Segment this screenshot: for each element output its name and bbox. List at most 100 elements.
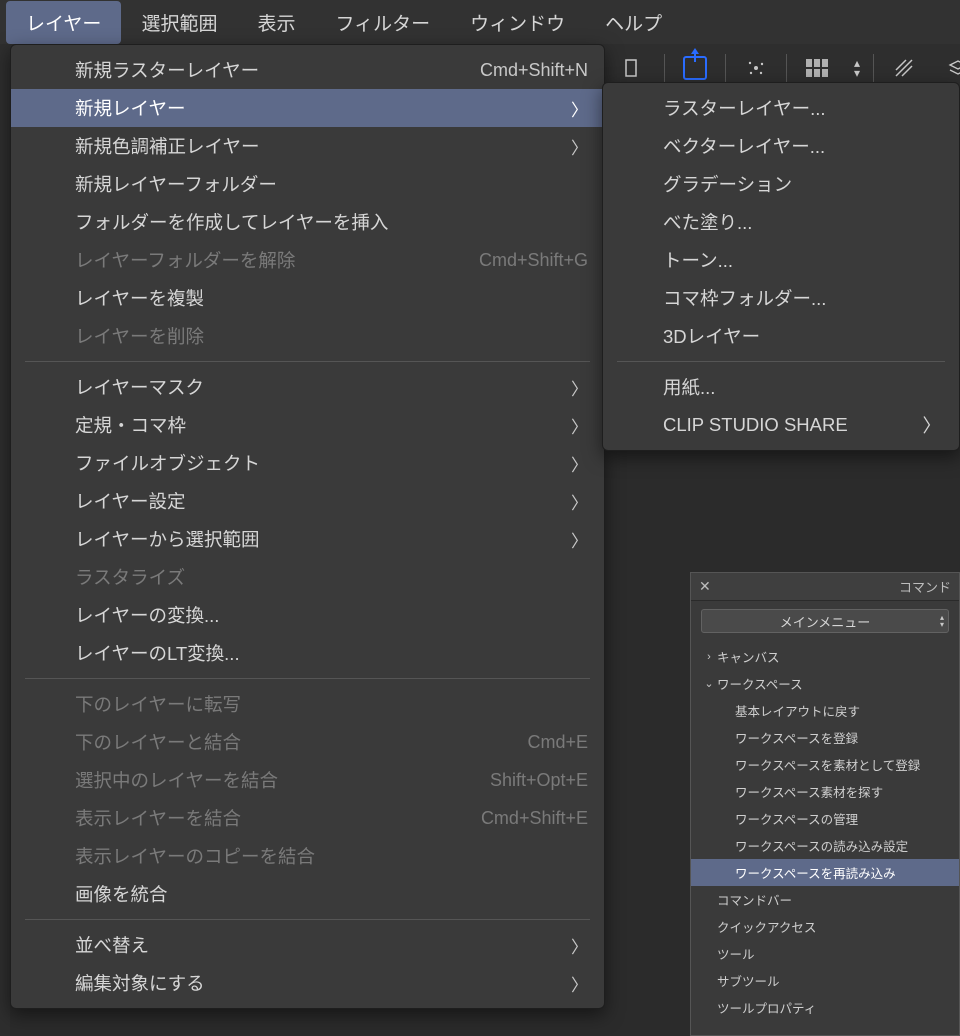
submenu-label: べた塗り...: [663, 209, 752, 235]
panel-title: コマンド: [899, 577, 951, 596]
menuitem-file-object[interactable]: ファイルオブジェクト 〉: [11, 444, 604, 482]
menuitem-layer-settings[interactable]: レイヤー設定 〉: [11, 482, 604, 520]
close-icon[interactable]: ✕: [699, 578, 711, 595]
submenu-label: CLIP STUDIO SHARE: [663, 414, 848, 436]
tree-label: 基本レイアウトに戻す: [735, 701, 860, 720]
tree-label: ワークスペースを再読み込み: [735, 863, 896, 882]
submenu-vector-layer[interactable]: ベクターレイヤー...: [603, 127, 959, 165]
chevron-right-icon: 〉: [571, 933, 588, 958]
menuitem-delete-layer: レイヤーを削除: [11, 317, 604, 355]
chevron-right-icon: 〉: [922, 412, 941, 438]
menu-help[interactable]: ヘルプ: [585, 1, 682, 44]
stepper-icon: ▴▾: [940, 614, 944, 628]
menuitem-merge-visible: 表示レイヤーを結合 Cmd+Shift+E: [11, 799, 604, 837]
menuitem-set-edit-target[interactable]: 編集対象にする 〉: [11, 964, 604, 1002]
menuitem-label: レイヤーを削除: [75, 323, 204, 349]
submenu-fill[interactable]: べた塗り...: [603, 203, 959, 241]
submenu-frame-folder[interactable]: コマ枠フォルダー...: [603, 279, 959, 317]
menuitem-label: 新規色調補正レイヤー: [75, 133, 259, 159]
menuitem-merge-below: 下のレイヤーと結合 Cmd+E: [11, 723, 604, 761]
submenu-label: トーン...: [663, 247, 733, 273]
chevron-right-icon: 〉: [571, 134, 588, 159]
menuitem-convert-layer[interactable]: レイヤーの変換...: [11, 596, 604, 634]
tree-node-canvas[interactable]: ›キャンバス: [691, 643, 959, 670]
menu-window[interactable]: ウィンドウ: [450, 1, 585, 44]
toolbar-divider: [786, 54, 787, 82]
tree-node-register-workspace[interactable]: ワークスペースを登録: [691, 724, 959, 751]
tree-node-reload-workspace[interactable]: ワークスペースを再読み込み: [691, 859, 959, 886]
menuitem-create-folder-insert[interactable]: フォルダーを作成してレイヤーを挿入: [11, 203, 604, 241]
tree-node-register-workspace-material[interactable]: ワークスペースを素材として登録: [691, 751, 959, 778]
menu-selection[interactable]: 選択範囲: [121, 1, 237, 44]
menuitem-lt-convert[interactable]: レイヤーのLT変換...: [11, 634, 604, 672]
submenu-clip-studio-share[interactable]: CLIP STUDIO SHARE 〉: [603, 406, 959, 444]
menuitem-shortcut: Cmd+Shift+N: [480, 60, 588, 81]
tree-node-tool[interactable]: ツール: [691, 940, 959, 967]
tree-node-find-workspace-material[interactable]: ワークスペース素材を探す: [691, 778, 959, 805]
menuitem-label: 下のレイヤーと結合: [75, 729, 241, 755]
toolbar-divider: [725, 54, 726, 82]
menu-filter[interactable]: フィルター: [315, 1, 450, 44]
submenu-tone[interactable]: トーン...: [603, 241, 959, 279]
menuitem-new-layer-folder[interactable]: 新規レイヤーフォルダー: [11, 165, 604, 203]
menuitem-shortcut: Cmd+Shift+G: [479, 250, 588, 271]
menuitem-label: レイヤー設定: [75, 488, 185, 514]
menuitem-label: 表示レイヤーを結合: [75, 805, 241, 831]
menuitem-flatten-image[interactable]: 画像を統合: [11, 875, 604, 913]
tree-label: ワークスペースを素材として登録: [735, 755, 920, 774]
chevron-right-icon: 〉: [571, 96, 588, 121]
menuitem-duplicate-layer[interactable]: レイヤーを複製: [11, 279, 604, 317]
tree-label: キャンバス: [717, 647, 780, 666]
menuitem-label: 新規レイヤーフォルダー: [75, 171, 277, 197]
command-tree: ›キャンバス ⌄ワークスペース 基本レイアウトに戻す ワークスペースを登録 ワー…: [691, 641, 959, 1035]
menu-layer[interactable]: レイヤー: [6, 1, 121, 44]
menuitem-label: レイヤーフォルダーを解除: [75, 247, 295, 273]
panel-header: ✕ コマンド: [691, 573, 959, 601]
tree-node-manage-workspace[interactable]: ワークスペースの管理: [691, 805, 959, 832]
submenu-3d-layer[interactable]: 3Dレイヤー: [603, 317, 959, 355]
menuitem-merge-visible-copy: 表示レイヤーのコピーを結合: [11, 837, 604, 875]
tree-label: クイックアクセス: [717, 917, 816, 936]
panel-category-select[interactable]: メインメニュー ▴▾: [701, 609, 949, 633]
tree-label: ワークスペースを登録: [735, 728, 858, 747]
tree-node-quick-access[interactable]: クイックアクセス: [691, 913, 959, 940]
submenu-gradation[interactable]: グラデーション: [603, 165, 959, 203]
menuitem-ungroup-folder: レイヤーフォルダーを解除 Cmd+Shift+G: [11, 241, 604, 279]
collapse-icon: ›: [703, 651, 715, 663]
tree-node-command-bar[interactable]: コマンドバー: [691, 886, 959, 913]
menuitem-ruler-frame[interactable]: 定規・コマ枠 〉: [11, 406, 604, 444]
menuitem-rasterize: ラスタライズ: [11, 558, 604, 596]
menuitem-shortcut: Cmd+Shift+E: [481, 808, 588, 829]
menuitem-label: 編集対象にする: [75, 970, 205, 996]
chevron-right-icon: 〉: [571, 451, 588, 476]
tree-node-workspace[interactable]: ⌄ワークスペース: [691, 670, 959, 697]
menuitem-label: レイヤーを複製: [75, 285, 204, 311]
command-panel: ✕ コマンド メインメニュー ▴▾ ›キャンバス ⌄ワークスペース 基本レイアウ…: [690, 572, 960, 1036]
menuitem-new-correction-layer[interactable]: 新規色調補正レイヤー 〉: [11, 127, 604, 165]
menu-view[interactable]: 表示: [237, 1, 315, 44]
menuitem-label: 表示レイヤーのコピーを結合: [75, 843, 315, 869]
tree-label: サブツール: [717, 971, 780, 990]
menuitem-shortcut: Cmd+E: [527, 732, 588, 753]
menuitem-label: 画像を統合: [75, 881, 168, 907]
layer-menu-dropdown: 新規ラスターレイヤー Cmd+Shift+N 新規レイヤー 〉 新規色調補正レイ…: [10, 44, 605, 1009]
tree-node-subtool[interactable]: サブツール: [691, 967, 959, 994]
tree-node-tool-property[interactable]: ツールプロパティ: [691, 994, 959, 1021]
menubar: レイヤー 選択範囲 表示 フィルター ウィンドウ ヘルプ: [0, 0, 960, 44]
submenu-label: ラスターレイヤー...: [663, 95, 826, 121]
tree-node-workspace-import-settings[interactable]: ワークスペースの読み込み設定: [691, 832, 959, 859]
tree-node-reset-layout[interactable]: 基本レイアウトに戻す: [691, 697, 959, 724]
menuitem-new-raster-layer[interactable]: 新規ラスターレイヤー Cmd+Shift+N: [11, 51, 604, 89]
submenu-paper[interactable]: 用紙...: [603, 368, 959, 406]
tree-label: ワークスペースの読み込み設定: [735, 836, 908, 855]
submenu-label: 用紙...: [663, 374, 715, 400]
menuitem-new-layer[interactable]: 新規レイヤー 〉: [11, 89, 604, 127]
menuitem-selection-from-layer[interactable]: レイヤーから選択範囲 〉: [11, 520, 604, 558]
submenu-raster-layer[interactable]: ラスターレイヤー...: [603, 89, 959, 127]
chevron-right-icon: 〉: [571, 971, 588, 996]
panel-select-value: メインメニュー: [780, 612, 871, 631]
tree-label: ツール: [717, 944, 755, 963]
menuitem-label: ラスタライズ: [75, 564, 185, 590]
menuitem-arrange[interactable]: 並べ替え 〉: [11, 926, 604, 964]
menuitem-layer-mask[interactable]: レイヤーマスク 〉: [11, 368, 604, 406]
